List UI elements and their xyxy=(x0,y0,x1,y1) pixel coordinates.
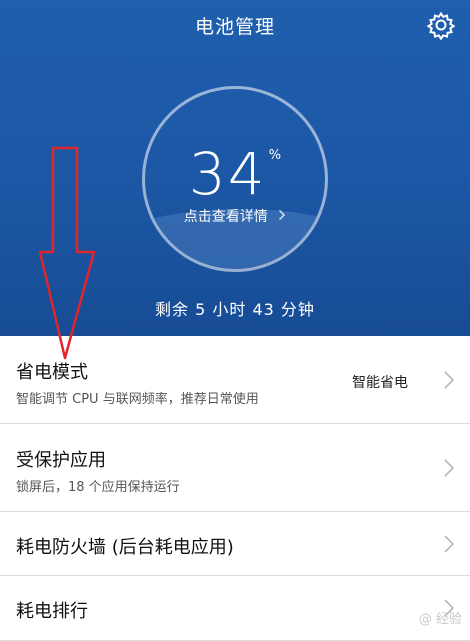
list-item-title: 耗电防火墙 (后台耗电应用) xyxy=(16,537,234,558)
protected-apps-item[interactable]: 受保护应用 锁屏后，18 个应用保持运行 xyxy=(0,424,470,512)
list-item-title: 省电模式 xyxy=(16,362,88,383)
battery-header: 电池管理 34% 点击查看详情 剩余 5 小时 43 分钟 xyxy=(0,0,470,336)
gear-icon[interactable] xyxy=(426,10,456,40)
battery-percent-value: 34 xyxy=(188,140,267,208)
list-item-subtitle: 锁屏后，18 个应用保持运行 xyxy=(16,480,180,495)
power-firewall-item[interactable]: 耗电防火墙 (后台耗电应用) xyxy=(0,512,470,576)
page-title: 电池管理 xyxy=(194,16,275,38)
list-item-title: 受保护应用 xyxy=(16,450,106,471)
percent-sign: % xyxy=(268,148,282,163)
view-details-link[interactable]: 点击查看详情 xyxy=(0,206,470,226)
battery-percent: 34% xyxy=(0,140,470,208)
chevron-right-icon xyxy=(444,371,455,389)
watermark: @ 经验 xyxy=(419,608,462,627)
chevron-right-icon xyxy=(444,535,455,553)
watermark-text: @ 经验 xyxy=(418,612,462,627)
power-ranking-item[interactable]: 耗电排行 xyxy=(0,576,470,641)
list-item-value: 智能省电 xyxy=(352,375,408,391)
list-item-subtitle: 智能调节 CPU 与联网频率，推荐日常使用 xyxy=(16,392,259,407)
list-item-title: 耗电排行 xyxy=(16,601,88,622)
remaining-time: 剩余 5 小时 43 分钟 xyxy=(155,300,315,319)
chevron-right-icon xyxy=(279,209,286,221)
view-details-label: 点击查看详情 xyxy=(183,209,268,225)
chevron-right-icon xyxy=(444,459,455,477)
power-saving-mode-item[interactable]: 省电模式 智能调节 CPU 与联网频率，推荐日常使用 智能省电 xyxy=(0,336,470,424)
